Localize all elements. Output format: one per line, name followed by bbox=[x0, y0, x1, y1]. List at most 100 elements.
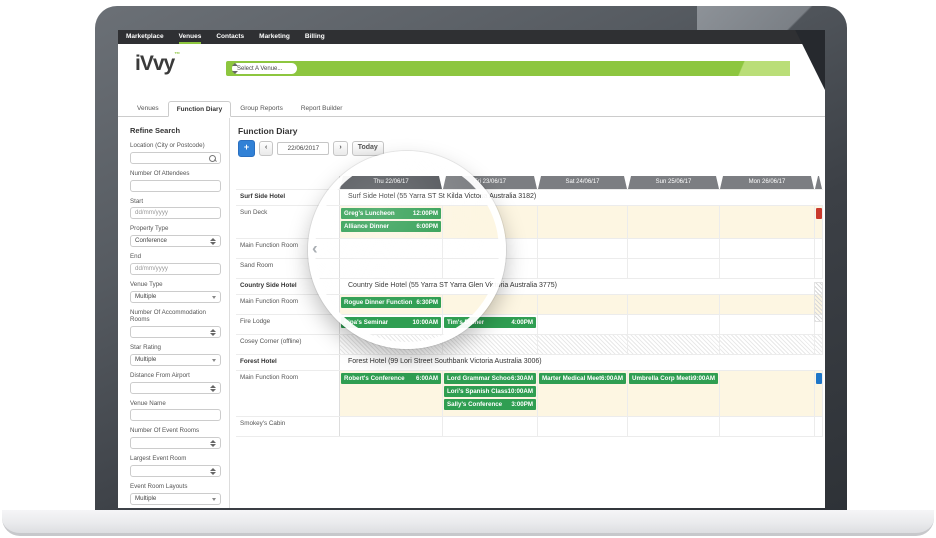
event-title: Marter Medical Meeting bbox=[542, 375, 601, 382]
venue-address: Forest Hotel (99 Lori Street Southbank V… bbox=[340, 355, 823, 370]
venue-type-select[interactable]: Multiple bbox=[130, 291, 221, 303]
day-cell bbox=[815, 259, 823, 278]
event-room-layouts-select[interactable]: Multiple bbox=[130, 493, 221, 505]
chevron-left-icon[interactable]: ‹ bbox=[312, 238, 318, 258]
field-distance-from-airport: Distance From Airport bbox=[130, 372, 221, 394]
field-number-of-attendees: Number Of Attendees bbox=[130, 170, 221, 192]
day-cell bbox=[443, 335, 538, 354]
field-label: Largest Event Room bbox=[130, 455, 221, 463]
tab-venues[interactable]: Venues bbox=[128, 100, 168, 116]
venue-name-input[interactable] bbox=[130, 409, 221, 421]
nav-item-marketplace[interactable]: Marketplace bbox=[126, 30, 164, 44]
field-label: Number Of Attendees bbox=[130, 170, 221, 178]
field-number-of-event-rooms: Number Of Event Rooms bbox=[130, 427, 221, 449]
field-value: dd/mm/yyyy bbox=[131, 264, 220, 274]
event-title: Robert's Conference bbox=[344, 375, 405, 382]
caret-down-icon bbox=[212, 498, 216, 501]
field-value: Multiple bbox=[131, 494, 220, 504]
number-of-accommodation-rooms-select[interactable] bbox=[130, 326, 221, 338]
event-q[interactable]: Q bbox=[816, 373, 822, 384]
date-input[interactable] bbox=[277, 142, 329, 155]
event-time: 6:00AM bbox=[601, 375, 623, 382]
add-booking-button[interactable]: + bbox=[238, 140, 255, 157]
day-cell bbox=[720, 417, 815, 436]
room-row-fire-lodge: Fire LodgePipa's Seminar10:00AMTim's Din… bbox=[236, 315, 823, 335]
field-label: Start bbox=[130, 198, 221, 206]
largest-event-room-select[interactable] bbox=[130, 465, 221, 477]
module-tabs: VenuesFunction DiaryGroup ReportsReport … bbox=[118, 100, 825, 117]
event-time: 3:00PM bbox=[511, 401, 533, 408]
nav-item-marketing[interactable]: Marketing bbox=[259, 30, 290, 44]
event-lori-s-spanish-class[interactable]: Lori's Spanish Class10:00AM bbox=[444, 386, 536, 397]
stepper-icon bbox=[210, 238, 216, 245]
start-input[interactable]: dd/mm/yyyy bbox=[130, 207, 221, 219]
number-of-attendees-input[interactable] bbox=[130, 180, 221, 192]
day-header-partial bbox=[815, 176, 822, 189]
tab-group-reports[interactable]: Group Reports bbox=[231, 100, 292, 116]
day-cell bbox=[538, 206, 628, 238]
refine-search-panel: Refine Search Location (City or Postcode… bbox=[128, 118, 230, 508]
day-cell: Umbrella Corp Meeting9:00AM bbox=[628, 371, 720, 416]
event-robert-s-conference[interactable]: Robert's Conference6:00AM bbox=[341, 373, 441, 384]
day-cell bbox=[443, 417, 538, 436]
diary-heading: Function Diary bbox=[238, 126, 298, 136]
room-row-cosey-corner-offline: Cosey Corner (offline) bbox=[236, 335, 823, 355]
day-cell bbox=[815, 239, 823, 258]
day-cell bbox=[815, 335, 823, 354]
day-cell bbox=[628, 315, 720, 334]
function-diary-main: Function Diary + ‹ › Today Thu 22/06/17F… bbox=[236, 118, 825, 508]
day-header-sun-25-06-17: Sun 25/06/17 bbox=[628, 176, 719, 189]
nav-item-venues[interactable]: Venues bbox=[179, 30, 202, 44]
next-day-button[interactable]: › bbox=[333, 141, 347, 156]
day-cell bbox=[720, 315, 815, 334]
event-title: Lori's Spanish Class bbox=[447, 388, 508, 395]
field-venue-name: Venue Name bbox=[130, 400, 221, 422]
star-rating-select[interactable]: Multiple bbox=[130, 354, 221, 366]
day-cell: Marter Medical Meeting6:00AM bbox=[538, 371, 628, 416]
event-marter-medical-meeting[interactable]: Marter Medical Meeting6:00AM bbox=[539, 373, 626, 384]
number-of-event-rooms-select[interactable] bbox=[130, 437, 221, 449]
day-cell bbox=[628, 295, 720, 314]
property-type-select[interactable]: Conference bbox=[130, 235, 221, 247]
nav-item-contacts[interactable]: Contacts bbox=[216, 30, 244, 44]
room-label: Main Function Room bbox=[236, 371, 340, 416]
field-start: Startdd/mm/yyyy bbox=[130, 198, 221, 220]
field-label: Venue Name bbox=[130, 400, 221, 408]
room-label: Cosey Corner (offline) bbox=[236, 335, 340, 354]
stepper-icon bbox=[210, 329, 216, 336]
venue-select-bar: Select A Venue... bbox=[226, 61, 790, 76]
field-label: Event Room Layouts bbox=[130, 483, 221, 491]
event-lord-grammar-school[interactable]: Lord Grammar School6:30AM bbox=[444, 373, 536, 384]
refine-search-title: Refine Search bbox=[130, 126, 221, 135]
event-ra[interactable]: Ra bbox=[816, 208, 822, 219]
top-nav: Marketplace Venues Contacts Marketing Billin… bbox=[118, 30, 825, 44]
today-button[interactable]: Today bbox=[352, 141, 384, 156]
magnifier-lens[interactable]: ‹ bbox=[308, 151, 506, 349]
tab-function-diary[interactable]: Function Diary bbox=[168, 101, 232, 117]
day-cell bbox=[720, 371, 815, 416]
nav-item-billing[interactable]: Billing bbox=[305, 30, 325, 44]
venue-select-value: Select A Venue... bbox=[237, 66, 282, 72]
prev-day-button[interactable]: ‹ bbox=[259, 141, 273, 156]
location-city-or-postcode-input[interactable] bbox=[130, 152, 221, 164]
day-cell bbox=[720, 295, 815, 314]
day-cell bbox=[720, 206, 815, 238]
caret-down-icon bbox=[212, 296, 216, 299]
room-row-main-function-room: Main Function RoomRobert's Conference6:0… bbox=[236, 371, 823, 417]
day-cell bbox=[538, 259, 628, 278]
day-cell bbox=[538, 315, 628, 334]
tab-report-builder[interactable]: Report Builder bbox=[292, 100, 352, 116]
scrollbar-thumb[interactable] bbox=[814, 282, 823, 322]
field-venue-type: Venue TypeMultiple bbox=[130, 281, 221, 303]
stepper-icon bbox=[210, 468, 216, 475]
end-input[interactable]: dd/mm/yyyy bbox=[130, 263, 221, 275]
event-umbrella-corp-meeting[interactable]: Umbrella Corp Meeting9:00AM bbox=[629, 373, 718, 384]
trademark-mark: ™ bbox=[174, 52, 179, 58]
event-sally-s-conference[interactable]: Sally's Conference 3:00PM bbox=[444, 399, 536, 410]
venue-select[interactable]: Select A Venue... bbox=[232, 63, 297, 74]
distance-from-airport-select[interactable] bbox=[130, 382, 221, 394]
day-cell bbox=[538, 335, 628, 354]
ivvy-logo: iVvy™ bbox=[135, 52, 179, 76]
field-star-rating: Star RatingMultiple bbox=[130, 344, 221, 366]
event-title: Sally's Conference bbox=[447, 401, 502, 408]
